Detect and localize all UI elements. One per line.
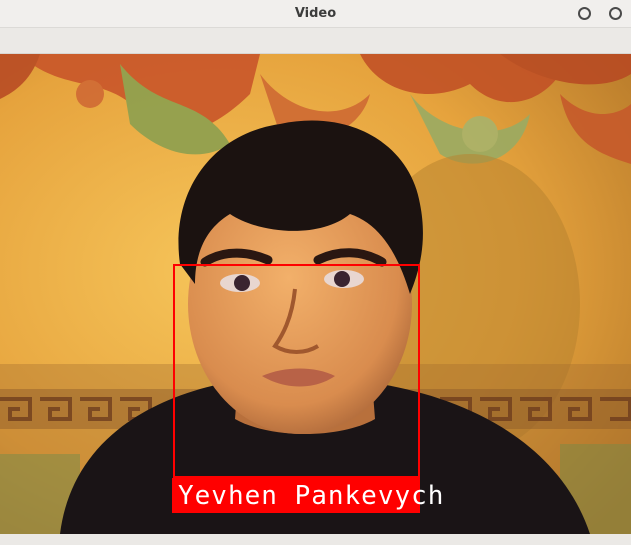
face-detection-box <box>173 264 420 478</box>
video-frame: Yevhen Pankevych <box>0 54 631 534</box>
window-toolbar-area <box>0 28 631 54</box>
window-title: Video <box>294 6 337 21</box>
face-name-label: Yevhen Pankevych <box>178 481 445 511</box>
window-titlebar: Video <box>0 0 631 28</box>
window-bottom-edge <box>0 534 631 545</box>
minimize-button-icon[interactable] <box>578 7 591 20</box>
close-button-icon[interactable] <box>609 7 622 20</box>
